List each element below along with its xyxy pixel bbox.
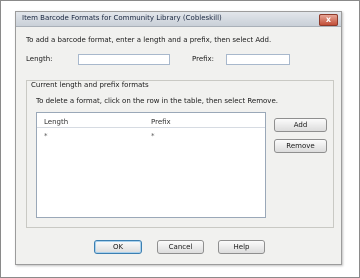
group-title: Current length and prefix formats <box>31 81 149 89</box>
header-divider <box>37 127 265 128</box>
cancel-button[interactable]: Cancel <box>157 240 204 254</box>
prefix-label: Prefix: <box>192 55 215 63</box>
title-bar: Item Barcode Formats for Community Libra… <box>16 12 341 27</box>
help-button[interactable]: Help <box>218 240 265 254</box>
length-input[interactable] <box>78 54 170 65</box>
prefix-input[interactable] <box>226 54 290 65</box>
remove-button[interactable]: Remove <box>274 139 327 153</box>
column-header-length[interactable]: Length <box>44 118 68 126</box>
close-icon[interactable]: x <box>319 14 338 26</box>
delete-instructions: To delete a format, click on the row in … <box>36 97 278 105</box>
screenshot-frame: Item Barcode Formats for Community Libra… <box>0 0 360 278</box>
add-instructions: To add a barcode format, enter a length … <box>26 36 272 44</box>
ok-button[interactable]: OK <box>94 240 142 254</box>
formats-table[interactable]: Length Prefix * * <box>36 112 266 218</box>
window-title: Item Barcode Formats for Community Libra… <box>22 14 222 22</box>
row-length-cell: * <box>44 132 48 140</box>
barcode-formats-dialog: Item Barcode Formats for Community Libra… <box>15 11 342 265</box>
length-label: Length: <box>26 55 53 63</box>
column-header-prefix[interactable]: Prefix <box>151 118 171 126</box>
row-prefix-cell: * <box>151 132 155 140</box>
add-button[interactable]: Add <box>274 118 327 132</box>
